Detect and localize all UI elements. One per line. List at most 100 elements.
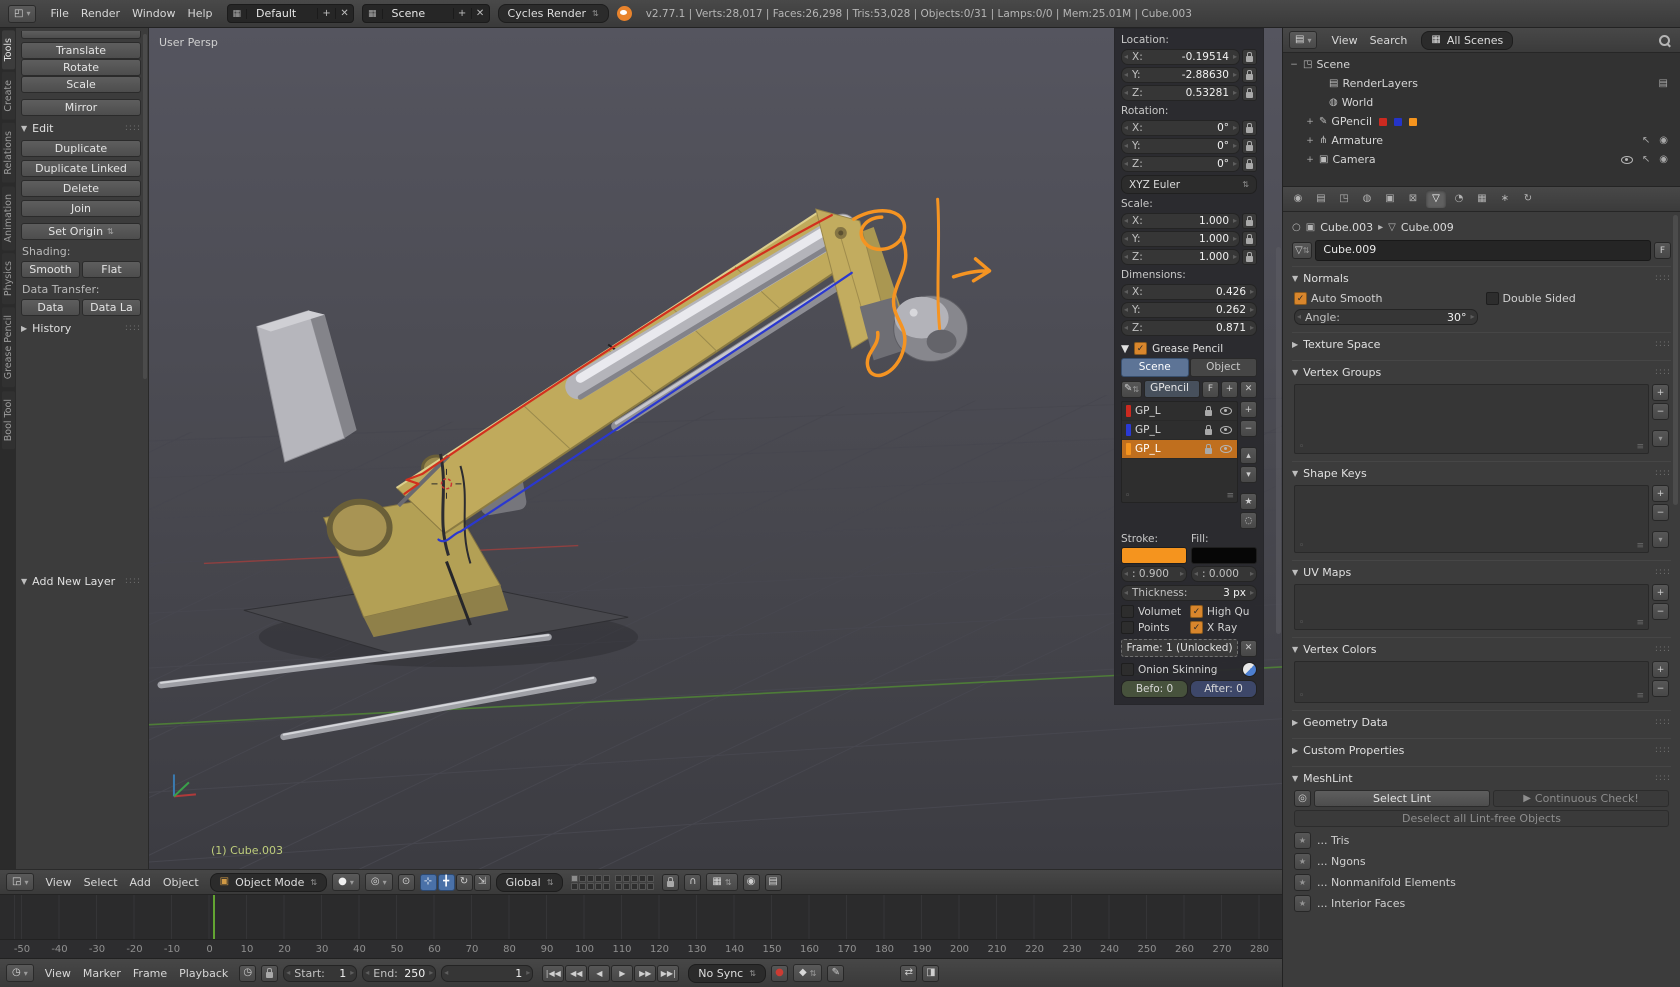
- render-toggle-icon[interactable]: ◉: [1659, 154, 1668, 165]
- browse-screen-icon[interactable]: ▦: [228, 8, 248, 19]
- panel-drag-icon[interactable]: ::::: [125, 576, 141, 586]
- layer-cell[interactable]: [587, 874, 595, 882]
- object-tab[interactable]: ▣: [1380, 190, 1400, 208]
- lint-item[interactable]: ★ ... Tris: [1292, 830, 1671, 851]
- edit-button[interactable]: Duplicate: [21, 140, 141, 157]
- search-icon[interactable]: [1659, 34, 1670, 46]
- gp-layer-row[interactable]: GP_L: [1122, 421, 1237, 440]
- transform-button[interactable]: Scale: [21, 76, 141, 93]
- lock-toggle[interactable]: [1242, 67, 1257, 83]
- outliner-row[interactable]: + ✎ GPencil ▤ ↖ ◉: [1287, 112, 1676, 131]
- outliner-row[interactable]: + ▣ Camera ▤ ↖ ◉: [1287, 150, 1676, 169]
- outliner-item-label[interactable]: World: [1342, 96, 1374, 109]
- particles-tab[interactable]: ∗: [1495, 190, 1515, 208]
- lock-toggle[interactable]: [1242, 85, 1257, 101]
- lint-toggle[interactable]: ★: [1294, 874, 1311, 891]
- fill-alpha-field[interactable]: : 0.000: [1191, 566, 1257, 582]
- add-vertex-color-button[interactable]: +: [1652, 661, 1669, 678]
- transform-orientation-select[interactable]: Global ⇅: [495, 872, 564, 892]
- panel-drag-icon[interactable]: ::::: [1655, 273, 1671, 283]
- list-filter-toggle[interactable]: ◦: [1125, 491, 1130, 501]
- shading-button[interactable]: Flat: [82, 261, 141, 278]
- gp-after-frames-field[interactable]: After: 0: [1190, 680, 1257, 698]
- uv-maps-list[interactable]: ◦ ≡: [1294, 584, 1649, 630]
- selectability-toggle-icon[interactable]: ↖: [1642, 135, 1650, 146]
- history-panel-header[interactable]: ▶ History ::::: [21, 319, 141, 337]
- gp-before-frames-field[interactable]: Befo: 0: [1121, 680, 1188, 698]
- outliner-item-label[interactable]: Armature: [1331, 134, 1383, 147]
- unlink-gpencil-button[interactable]: ✕: [1240, 380, 1257, 398]
- toolshelf-tab[interactable]: Tools: [1, 30, 15, 70]
- edit-button[interactable]: Join: [21, 200, 141, 217]
- menu-item[interactable]: Object: [157, 874, 205, 891]
- menu-item[interactable]: View: [39, 874, 77, 891]
- lint-toggle[interactable]: ★: [1294, 853, 1311, 870]
- shape-keys-list[interactable]: ◦ ≡: [1294, 485, 1649, 553]
- screen-layout-name[interactable]: Default: [247, 7, 317, 20]
- layer-color-swatch[interactable]: [1126, 443, 1131, 455]
- browse-scene-icon[interactable]: ▦: [363, 8, 383, 19]
- panel-drag-icon[interactable]: ::::: [1655, 745, 1671, 755]
- lock-to-scene-toggle[interactable]: [662, 873, 680, 891]
- layer-cell[interactable]: [571, 874, 579, 882]
- properties-scrollbar[interactable]: [1673, 215, 1678, 505]
- delete-frame-button[interactable]: ✕: [1240, 639, 1257, 657]
- layer-color-swatch[interactable]: [1126, 405, 1131, 417]
- thickness-field[interactable]: Thickness: 3 px: [1121, 585, 1257, 601]
- remove-uv-map-button[interactable]: −: [1652, 603, 1669, 620]
- auto-keyframe-toggle[interactable]: ●: [770, 964, 788, 982]
- outliner-row[interactable]: ▤ RenderLayers ▤ ↖ ◉: [1287, 74, 1676, 93]
- layer-visibility-toggle[interactable]: [1219, 445, 1233, 453]
- add-vertex-group-button[interactable]: +: [1652, 384, 1669, 401]
- lock-toggle[interactable]: [1242, 213, 1257, 229]
- layer-cell[interactable]: [623, 874, 631, 882]
- outliner-item-label[interactable]: Camera: [1332, 153, 1375, 166]
- play-reverse-button[interactable]: ◀: [588, 964, 611, 982]
- mesh-name-field[interactable]: Cube.009: [1315, 240, 1651, 261]
- outliner-item-label[interactable]: RenderLayers: [1342, 77, 1418, 90]
- clipped-button[interactable]: [21, 31, 141, 39]
- delete-screen-button[interactable]: ✕: [335, 8, 353, 19]
- breadcrumb-data[interactable]: Cube.009: [1401, 221, 1454, 234]
- layer-cell[interactable]: [631, 874, 639, 882]
- toolshelf-scrollbar[interactable]: [143, 34, 147, 379]
- toolshelf-tab[interactable]: Grease Pencil: [1, 307, 15, 388]
- opengl-render-anim-button[interactable]: ▤: [764, 873, 782, 891]
- keying-set-select[interactable]: ◆ ⇅: [792, 964, 823, 982]
- layer-cell[interactable]: [603, 874, 611, 882]
- list-filter-toggle[interactable]: ◦: [1299, 541, 1304, 551]
- edit-button[interactable]: Delete: [21, 180, 141, 197]
- add-new-layer-panel-header[interactable]: ▼ Add New Layer ::::: [21, 572, 141, 590]
- gp-option-checkbox[interactable]: ✓ Volumet: [1121, 605, 1188, 618]
- outliner-item-label[interactable]: Scene: [1316, 58, 1350, 71]
- menu-item[interactable]: Marker: [77, 965, 127, 982]
- render-layers-tab[interactable]: ▤: [1311, 190, 1331, 208]
- data-transfer-button[interactable]: Data: [21, 299, 80, 316]
- menu-item[interactable]: Render: [75, 5, 126, 22]
- layer-visibility-toggle[interactable]: [1219, 426, 1233, 434]
- isolate-visibility-button[interactable]: ◌: [1240, 512, 1257, 529]
- current-frame-indicator[interactable]: [213, 895, 215, 939]
- n-panel-scrollbar[interactable]: [1276, 246, 1281, 634]
- render-tab[interactable]: ◉: [1288, 190, 1308, 208]
- pivot-select[interactable]: ◎ ▾: [364, 873, 393, 891]
- panel-drag-icon[interactable]: ::::: [1655, 644, 1671, 654]
- list-resize-grip[interactable]: ≡: [1636, 691, 1644, 701]
- layer-cell[interactable]: [639, 874, 647, 882]
- menu-item[interactable]: Select: [78, 874, 124, 891]
- world-tab[interactable]: ◍: [1357, 190, 1377, 208]
- layer-cell[interactable]: [579, 874, 587, 882]
- stroke-alpha-field[interactable]: : 0.900: [1121, 566, 1187, 582]
- gp-layer-row[interactable]: GP_L: [1122, 402, 1237, 421]
- menu-item[interactable]: Add: [124, 874, 157, 891]
- select-lint-button[interactable]: Select Lint: [1314, 790, 1490, 807]
- scene-name[interactable]: Scene: [383, 7, 453, 20]
- layer-cell[interactable]: [571, 882, 579, 890]
- smooth-angle-field[interactable]: Angle: 30°: [1294, 309, 1478, 325]
- toolshelf-tab[interactable]: Bool Tool: [1, 390, 15, 449]
- gp-option-checkbox[interactable]: ✓ X Ray: [1190, 621, 1257, 634]
- outliner-item-label[interactable]: GPencil: [1331, 115, 1372, 128]
- translate-manipulator-button[interactable]: ╋: [437, 873, 455, 891]
- menu-item[interactable]: View: [39, 965, 77, 982]
- snap-element-select[interactable]: ▦ ⇅: [706, 873, 738, 891]
